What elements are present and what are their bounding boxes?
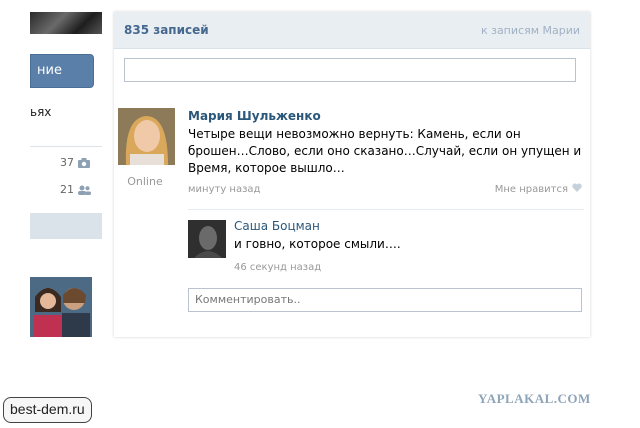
people-count-value: 21	[60, 183, 74, 196]
comment-input[interactable]: Комментировать..	[188, 288, 582, 312]
people-icon	[78, 185, 91, 195]
reply-text: и говно, которое смыли….	[234, 237, 401, 251]
profile-action-button[interactable]: ние	[30, 54, 94, 88]
new-post-input[interactable]	[124, 58, 576, 82]
reply-timestamp[interactable]: 46 секунд назад	[234, 262, 321, 273]
watermark-yaplakal: YAPLAKAL.COM	[478, 391, 591, 406]
photos-count[interactable]: 37	[60, 156, 90, 169]
wall-header: 835 записей к записям Марии	[114, 12, 590, 49]
post-author-name[interactable]: Мария Шульженко	[188, 109, 321, 123]
profile-menu-text[interactable]: ьях	[30, 105, 51, 119]
reply-divider	[188, 209, 584, 210]
like-button[interactable]: Мне нравится	[495, 183, 582, 195]
wall-panel: 835 записей к записям Марии Online Мария…	[114, 12, 590, 337]
post-timestamp[interactable]: минуту назад	[188, 184, 260, 195]
post-author-avatar[interactable]	[118, 108, 175, 165]
left-divider	[30, 146, 102, 147]
watermark-best-dem: best-dem.ru	[3, 397, 92, 423]
profile-photo-fragment[interactable]	[30, 12, 102, 34]
online-status: Online	[127, 175, 163, 188]
reply-author-avatar[interactable]	[188, 220, 226, 258]
post-text: Четыре вещи невозможно вернуть: Камень, …	[188, 127, 582, 175]
reply-author-name[interactable]: Саша Боцман	[234, 219, 320, 233]
camera-icon	[78, 157, 90, 168]
to-user-posts-link[interactable]: к записям Марии	[481, 24, 580, 37]
like-label: Мне нравится	[494, 183, 568, 195]
people-count[interactable]: 21	[60, 183, 91, 196]
wall-posts-count[interactable]: 835 записей	[124, 23, 209, 37]
photos-count-value: 37	[60, 156, 74, 169]
left-section-header	[30, 213, 102, 239]
friends-photo[interactable]	[30, 277, 92, 337]
heart-icon	[572, 183, 582, 195]
